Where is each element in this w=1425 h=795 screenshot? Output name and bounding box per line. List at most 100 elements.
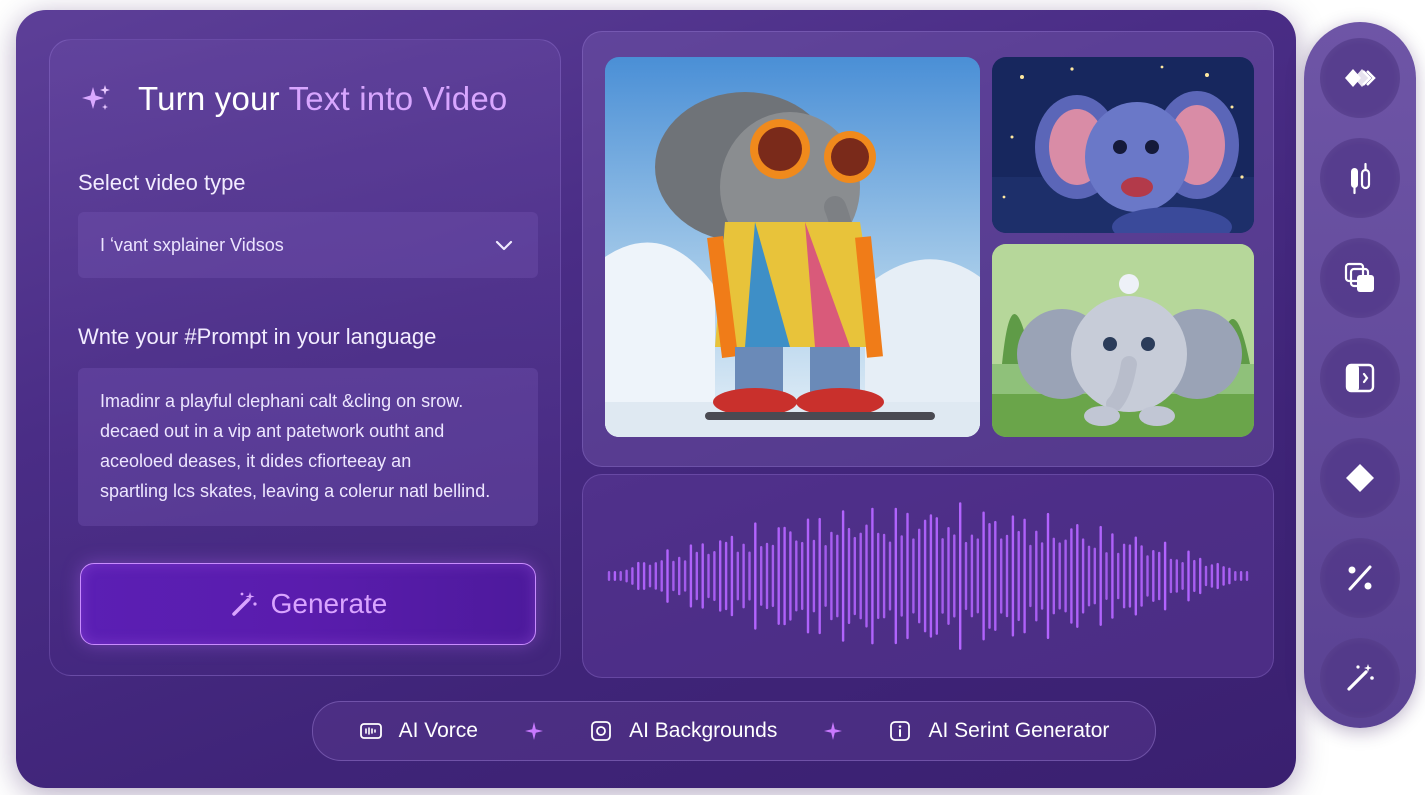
waveform-bar bbox=[1099, 525, 1102, 626]
tool-diamond-button[interactable] bbox=[1320, 438, 1400, 518]
waveform-bar bbox=[1193, 559, 1196, 593]
waveform-bar bbox=[631, 567, 634, 585]
waveform-bar bbox=[900, 535, 903, 617]
waveform-bar bbox=[1234, 571, 1237, 581]
feature-ai-voice[interactable]: AI Vorce bbox=[359, 719, 478, 743]
waveform-bar bbox=[1181, 562, 1184, 590]
waveform-bar bbox=[1204, 565, 1208, 587]
waveform-bar bbox=[648, 564, 652, 588]
waveform-bar bbox=[865, 524, 868, 628]
waveform-bar bbox=[1228, 567, 1231, 585]
layers-icon bbox=[1344, 262, 1374, 292]
waveform-bar bbox=[1035, 530, 1038, 622]
tool-percent-button[interactable] bbox=[1320, 538, 1400, 618]
waveform-bar bbox=[1199, 557, 1202, 595]
image-illustration bbox=[605, 57, 980, 437]
title-plain: Turn your bbox=[138, 80, 280, 117]
waveform-bar bbox=[1011, 515, 1015, 637]
image-illustration bbox=[992, 244, 1254, 437]
waveform-bar bbox=[982, 511, 985, 641]
waveform-bar bbox=[1052, 537, 1055, 615]
waveform-bar bbox=[859, 532, 862, 620]
title-row: Turn your Text into Video bbox=[80, 80, 507, 118]
waveform-bar bbox=[1000, 538, 1003, 614]
waveform-bar bbox=[1158, 551, 1161, 601]
waveform-bar bbox=[1081, 538, 1085, 614]
title-accent: Text into Video bbox=[288, 80, 508, 117]
waveform-bar bbox=[994, 520, 997, 631]
waveform-bar bbox=[719, 540, 722, 612]
prompt-line: spartling lcs skates, leaving a colerur … bbox=[100, 481, 491, 501]
tool-magic-wand-button[interactable] bbox=[1320, 638, 1400, 718]
waveform-bar bbox=[619, 571, 622, 581]
waveform-bar bbox=[1175, 559, 1178, 593]
waveform-bar bbox=[1070, 528, 1073, 624]
waveform-bar bbox=[830, 531, 833, 621]
waveform-bar bbox=[1046, 512, 1050, 640]
waveform-bar bbox=[970, 534, 974, 618]
prompt-label: Wnte your #Prompt in your language bbox=[78, 324, 437, 349]
waveform-bar bbox=[935, 517, 938, 635]
side-toolbar bbox=[1304, 22, 1416, 728]
waveform-bar bbox=[689, 544, 693, 608]
waveform-bar bbox=[988, 523, 991, 629]
elephant-sunglasses-skates-image[interactable] bbox=[605, 57, 980, 437]
video-type-select[interactable]: I ʻvant sxplainer Vidsos bbox=[78, 212, 538, 278]
background-icon bbox=[591, 721, 611, 741]
diamond-icon bbox=[1346, 464, 1374, 492]
waveform-bar bbox=[1023, 518, 1026, 634]
waveform-bar bbox=[1122, 543, 1126, 609]
sparkle-icon bbox=[82, 85, 110, 110]
feature-ai-backgrounds[interactable]: AI Backgrounds bbox=[589, 719, 777, 743]
elephant-garden-image[interactable] bbox=[992, 244, 1254, 437]
waveform-bar bbox=[730, 535, 734, 617]
waveform-bar bbox=[1005, 534, 1009, 618]
page-title: Turn your Text into Video bbox=[138, 80, 507, 118]
generate-button[interactable]: Generate bbox=[80, 563, 536, 645]
percent-icon bbox=[1348, 565, 1372, 591]
sparkle-separator-icon bbox=[524, 722, 543, 740]
prompt-textarea[interactable]: Imadinr a playful clephani calt &cling o… bbox=[78, 368, 538, 526]
waveform-bar bbox=[707, 553, 710, 599]
audio-waveform-panel bbox=[582, 474, 1274, 678]
waveform-bar bbox=[1064, 539, 1067, 613]
feature-ai-script-generator[interactable]: AI Serint Generator bbox=[888, 719, 1109, 743]
waveform-bar bbox=[625, 569, 628, 583]
waveform-bar bbox=[783, 526, 786, 626]
tool-layers-button[interactable] bbox=[1320, 238, 1400, 318]
waveform-bar bbox=[701, 543, 704, 609]
sparkle-separator-icon bbox=[823, 722, 842, 740]
tool-fast-forward-button[interactable] bbox=[1320, 38, 1400, 118]
waveform-bar bbox=[1134, 536, 1137, 616]
waveform-bar bbox=[765, 542, 769, 610]
waveform-bar bbox=[777, 527, 780, 625]
elephant-night-sky-image[interactable] bbox=[992, 57, 1254, 233]
waveform-bar bbox=[894, 507, 897, 645]
magic-wand-icon bbox=[231, 592, 257, 616]
waveform-bar bbox=[736, 551, 739, 601]
waveform-bar bbox=[836, 534, 839, 618]
tool-split-panel-button[interactable] bbox=[1320, 338, 1400, 418]
waveform-bar bbox=[806, 518, 810, 634]
voice-icon bbox=[359, 723, 382, 739]
fast-forward-icon bbox=[1345, 69, 1376, 87]
waveform-bar bbox=[953, 534, 956, 618]
audio-waveform bbox=[607, 502, 1249, 650]
waveform-bar bbox=[1087, 545, 1091, 607]
waveform-bar bbox=[660, 560, 663, 592]
waveform-bar bbox=[789, 531, 792, 621]
waveform-bar bbox=[654, 562, 657, 590]
waveform-bar bbox=[1140, 545, 1143, 607]
waveform-bar bbox=[672, 560, 675, 592]
waveform-bar bbox=[918, 528, 921, 624]
waveform-bar bbox=[812, 539, 816, 613]
main-card: Turn your Text into Video Select video t… bbox=[16, 10, 1296, 788]
feature-label: AI Vorce bbox=[398, 719, 478, 742]
tool-adjust-button[interactable] bbox=[1320, 138, 1400, 218]
gallery-panel bbox=[582, 31, 1274, 467]
feature-label: AI Backgrounds bbox=[629, 719, 778, 742]
waveform-bar bbox=[683, 560, 687, 592]
generate-label: Generate bbox=[270, 588, 388, 619]
waveform-bar bbox=[642, 562, 646, 590]
waveform-bar bbox=[959, 502, 962, 650]
